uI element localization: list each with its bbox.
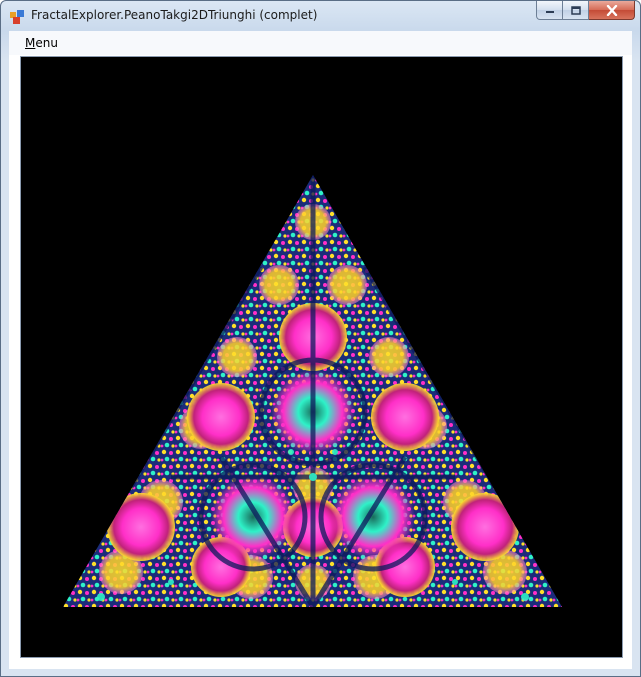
caption-buttons [536,1,635,21]
menu-item-mnemonic: M [25,36,36,50]
menu-item-label-rest: enu [35,36,58,50]
app-window: FractalExplorer.PeanoTakgi2DTriunghi (co… [0,0,641,677]
minimize-button[interactable] [536,1,563,20]
fractal-canvas[interactable] [20,56,623,658]
title-bar[interactable]: FractalExplorer.PeanoTakgi2DTriunghi (co… [1,1,640,31]
menu-item-menu[interactable]: Menu [25,36,58,50]
fractal-app-icon [10,10,24,24]
client-area: Menu [9,31,632,669]
maximize-button[interactable] [563,1,589,20]
close-icon [606,4,617,16]
window-title: FractalExplorer.PeanoTakgi2DTriunghi (co… [31,8,318,22]
fractal-triangle [63,175,562,607]
minimize-icon [545,11,554,13]
close-button[interactable] [589,1,635,20]
fractal-drawing [63,175,562,607]
menu-bar: Menu [9,31,632,55]
maximize-icon [570,5,581,15]
